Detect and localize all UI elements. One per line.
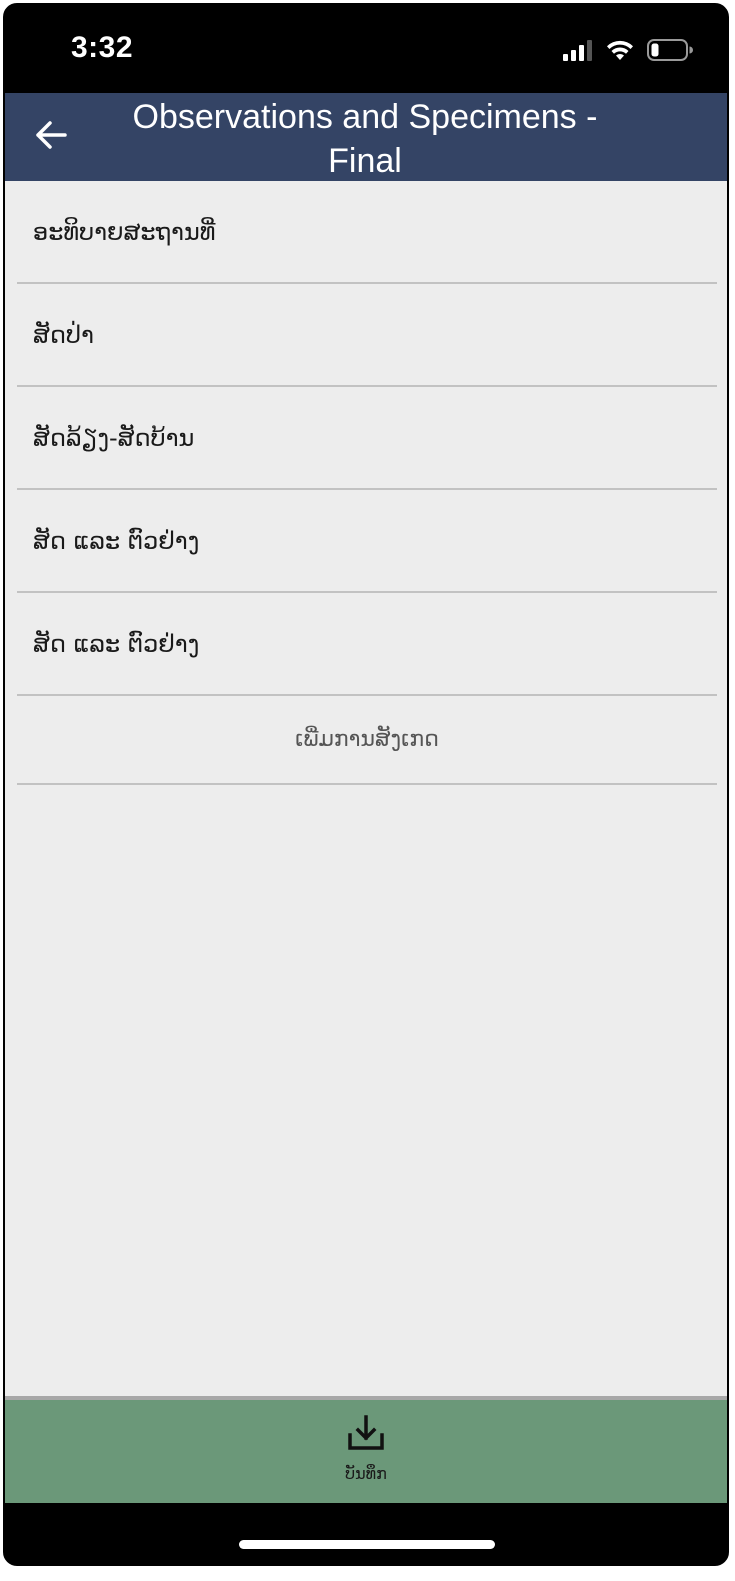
- observation-list: ອະທິບາຍສະຖານທີ່ ສັດປ່າ ສັດລ້ຽງ-ສັດບ້ານ ສ…: [17, 181, 717, 785]
- download-icon: [347, 1414, 385, 1452]
- main-content: ອະທິບາຍສະຖານທີ່ ສັດປ່າ ສັດລ້ຽງ-ສັດບ້ານ ສ…: [5, 181, 727, 1396]
- list-item-wild-animals[interactable]: ສັດປ່າ: [17, 284, 717, 387]
- back-button[interactable]: [29, 115, 73, 159]
- status-bar: 3:32: [5, 5, 727, 93]
- app-header: Observations and Specimens - Final: [5, 93, 727, 181]
- list-item-label: ສັດ ແລະ ຕົວຢ່າງ: [33, 629, 200, 658]
- signal-icon: [563, 39, 593, 65]
- arrow-left-icon: [34, 120, 68, 154]
- page-title: Observations and Specimens - Final: [132, 98, 598, 180]
- list-item-label: ສັດປ່າ: [33, 320, 94, 349]
- save-button[interactable]: ບັນທຶກ: [5, 1396, 727, 1503]
- add-observation-label: ເພີ່ມການສັງເກດ: [295, 727, 439, 752]
- wifi-icon: [605, 39, 635, 65]
- status-time: 3:32: [71, 31, 134, 64]
- home-indicator[interactable]: [239, 1540, 495, 1549]
- add-observation-button[interactable]: ເພີ່ມການສັງເກດ: [17, 696, 717, 785]
- list-item-label: ອະທິບາຍສະຖານທີ່: [33, 217, 216, 246]
- phone-screen: 3:32 Observations and Specimens - Final …: [3, 3, 729, 1566]
- save-label: ບັນທຶກ: [345, 1464, 387, 1483]
- status-icons: [563, 39, 693, 65]
- list-item-animals-and-specimens-2[interactable]: ສັດ ແລະ ຕົວຢ່າງ: [17, 593, 717, 696]
- list-item-domestic-animals[interactable]: ສັດລ້ຽງ-ສັດບ້ານ: [17, 387, 717, 490]
- list-item-label: ສັດລ້ຽງ-ສັດບ້ານ: [33, 423, 195, 452]
- list-item-location-description[interactable]: ອະທິບາຍສະຖານທີ່: [17, 181, 717, 284]
- battery-icon: [647, 38, 693, 66]
- list-item-animals-and-specimens-1[interactable]: ສັດ ແລະ ຕົວຢ່າງ: [17, 490, 717, 593]
- list-item-label: ສັດ ແລະ ຕົວຢ່າງ: [33, 526, 200, 555]
